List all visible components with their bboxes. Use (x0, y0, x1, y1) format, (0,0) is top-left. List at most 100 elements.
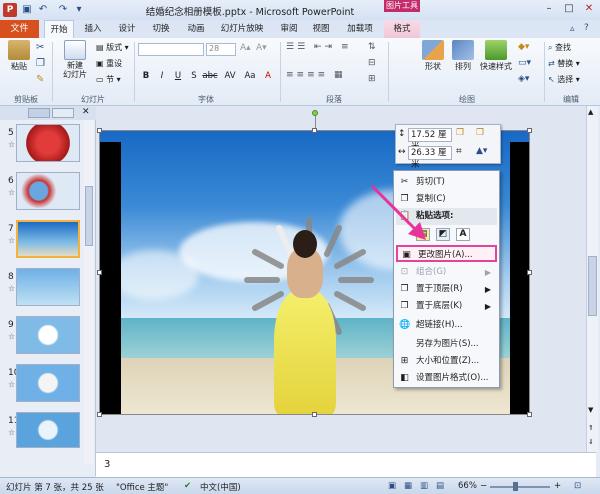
menu-item-bring-to-front[interactable]: ❐ 置于顶层(R) ▶ (396, 281, 497, 298)
help-icon[interactable]: ? (584, 23, 589, 33)
undo-icon[interactable]: ↶ (36, 3, 50, 17)
slide-thumbnail[interactable] (16, 412, 80, 448)
underline-button[interactable]: U (172, 70, 184, 82)
zoom-slider[interactable] (490, 486, 550, 488)
scroll-down-icon[interactable]: ▼ (588, 406, 593, 414)
new-slide-button[interactable]: 新建 幻灯片 (58, 40, 92, 79)
quick-styles-button[interactable]: 快速样式 (478, 40, 514, 74)
tab-design[interactable]: 设计 (112, 20, 142, 38)
tab-review[interactable]: 审阅 (274, 20, 304, 38)
resize-handle[interactable] (312, 128, 317, 133)
outline-tab[interactable] (52, 108, 74, 118)
shape-outline-icon[interactable]: ▭▾ (518, 58, 531, 68)
menu-item-format-picture[interactable]: ◧ 设置图片格式(O)... (396, 370, 497, 387)
menu-item-hyperlink[interactable]: 🌐 超链接(H)... (396, 317, 497, 334)
menu-item-group[interactable]: ⊡ 组合(G) ▶ (396, 264, 497, 281)
theme-name[interactable]: "Office 主题" (116, 481, 168, 493)
paste-text-only-icon[interactable]: A (456, 228, 470, 241)
italic-button[interactable]: I (156, 70, 168, 82)
resize-handle[interactable] (312, 412, 317, 417)
align-text-icon[interactable]: ⊟ (368, 58, 376, 68)
grow-font-icon[interactable]: A▴ (240, 43, 251, 53)
resize-handle[interactable] (97, 270, 102, 275)
align-buttons[interactable]: ≡≡≡≡ ▦ (286, 70, 346, 80)
maximize-button[interactable]: □ (560, 3, 578, 15)
zoom-level[interactable]: 66% (458, 481, 477, 491)
resize-handle[interactable] (97, 412, 102, 417)
send-backward-icon[interactable]: ❐ (476, 128, 484, 138)
arrange-button[interactable]: 排列 (448, 40, 478, 74)
scroll-up-icon[interactable]: ▲ (588, 108, 593, 116)
tab-file[interactable]: 文件 (0, 20, 39, 38)
canvas-scrollbar[interactable]: ▲ ▼ ⇑ ⇓ (586, 106, 598, 452)
fit-to-window-icon[interactable]: ⊡ (574, 481, 581, 491)
slide-thumbnail[interactable] (16, 316, 80, 354)
normal-view-icon[interactable]: ▣ (388, 481, 396, 491)
shape-outline-icon[interactable]: ▲▾ (476, 146, 487, 156)
collapse-ribbon-icon[interactable]: ▵ (570, 24, 575, 34)
menu-item-save-as-picture[interactable]: 另存为图片(S)... (396, 336, 497, 353)
close-panel-icon[interactable]: ✕ (82, 107, 90, 117)
tab-slideshow[interactable]: 幻灯片放映 (214, 20, 270, 38)
notes-pane[interactable]: 3 (96, 452, 596, 477)
slide-thumbnail[interactable] (16, 268, 80, 306)
bring-forward-icon[interactable]: ❐ (456, 128, 464, 138)
tab-home[interactable]: 开始 (44, 20, 74, 38)
paste-button[interactable]: 粘贴 (4, 40, 34, 74)
resize-handle[interactable] (527, 270, 532, 275)
char-spacing-button[interactable]: AV (222, 70, 238, 82)
minimize-button[interactable]: – (540, 3, 558, 15)
previous-slide-icon[interactable]: ⇑ (588, 424, 594, 432)
zoom-slider-thumb[interactable] (513, 482, 518, 491)
bold-button[interactable]: B (140, 70, 152, 82)
cut-icon[interactable]: ✂ (36, 42, 44, 53)
tab-format[interactable]: 格式 (384, 20, 420, 38)
tab-animations[interactable]: 动画 (181, 20, 211, 38)
height-input[interactable]: 17.52 厘米 (408, 128, 452, 152)
slideshow-view-icon[interactable]: ▤ (436, 481, 444, 491)
slide-thumbnail[interactable] (16, 172, 80, 210)
customize-qat-icon[interactable]: ▾ (72, 3, 86, 17)
slides-tab[interactable] (28, 108, 50, 118)
font-size-combo[interactable]: 28 (206, 43, 236, 56)
strikethrough-button[interactable]: abc (202, 70, 218, 82)
paste-picture-icon[interactable]: ◩ (436, 228, 450, 241)
scrollbar-thumb[interactable] (85, 186, 93, 246)
save-icon[interactable]: ▣ (20, 3, 34, 17)
tab-insert[interactable]: 插入 (78, 20, 108, 38)
next-slide-icon[interactable]: ⇓ (588, 438, 594, 446)
powerpoint-app-icon[interactable]: P (3, 3, 17, 17)
resize-handle[interactable] (527, 128, 532, 133)
font-color-button[interactable]: A (262, 70, 274, 82)
width-input[interactable]: 26.33 厘米 (408, 146, 452, 170)
tab-view[interactable]: 视图 (306, 20, 336, 38)
copy-icon[interactable]: ❐ (36, 58, 45, 69)
tab-transitions[interactable]: 切换 (146, 20, 176, 38)
layout-button[interactable]: ▤ 版式 ▾ (96, 42, 129, 53)
reset-button[interactable]: ▣ 重设 (96, 58, 122, 69)
zoom-in-icon[interactable]: + (554, 481, 561, 491)
text-direction-icon[interactable]: ⇅ (368, 42, 376, 52)
resize-handle[interactable] (527, 412, 532, 417)
crop-icon[interactable]: ⌗ (456, 146, 462, 157)
shape-effects-icon[interactable]: ◈▾ (518, 74, 529, 84)
shadow-button[interactable]: S (188, 70, 200, 82)
spellcheck-icon[interactable]: ✔ (184, 481, 191, 491)
change-case-button[interactable]: Aa (242, 70, 258, 82)
redo-icon[interactable]: ↷ (56, 3, 70, 17)
slide-thumbnail[interactable] (16, 364, 80, 402)
section-button[interactable]: ▭ 节 ▾ (96, 74, 121, 85)
select-button[interactable]: ↖ 选择 ▾ (548, 74, 580, 85)
close-button[interactable]: ✕ (580, 3, 598, 15)
find-button[interactable]: ⌕ 查找 (548, 42, 571, 53)
menu-item-send-to-back[interactable]: ❐ 置于底层(K) ▶ (396, 298, 497, 315)
smartart-icon[interactable]: ⊞ (368, 74, 376, 84)
replace-button[interactable]: ⇄ 替换 ▾ (548, 58, 580, 69)
slides-panel-scrollbar[interactable] (84, 120, 94, 464)
shape-fill-icon[interactable]: ◆▾ (518, 42, 529, 52)
format-painter-icon[interactable]: ✎ (36, 74, 44, 85)
reading-view-icon[interactable]: ▥ (420, 481, 428, 491)
resize-handle[interactable] (97, 128, 102, 133)
slide-sorter-icon[interactable]: ▦ (404, 481, 412, 491)
slide-thumbnail-selected[interactable] (16, 220, 80, 258)
